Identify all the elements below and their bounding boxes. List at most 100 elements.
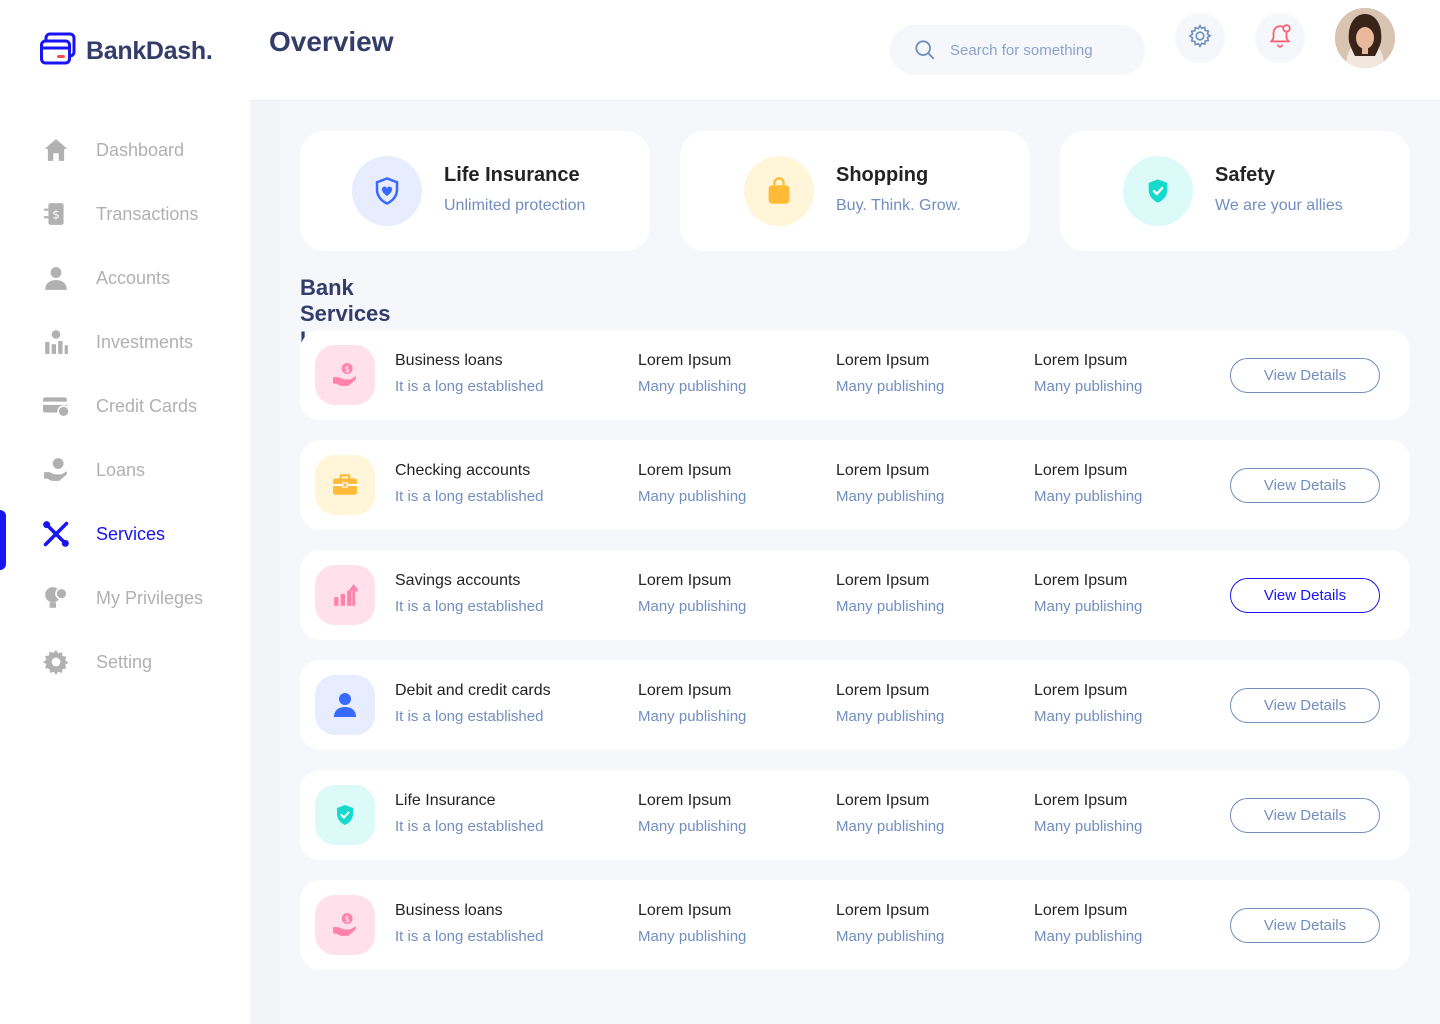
service-desc: It is a long established (395, 928, 544, 945)
service-detail: Lorem Ipsum Many publishing (638, 352, 746, 395)
detail-title: Lorem Ipsum (836, 902, 930, 919)
service-detail: Lorem Ipsum Many publishing (836, 792, 944, 835)
detail-sub: Many publishing (638, 708, 747, 725)
detail-sub: Many publishing (1034, 928, 1143, 945)
service-name: Life Insurance (395, 792, 496, 809)
hand-coin-icon: $ (315, 345, 375, 405)
service-name: Debit and credit cards (395, 682, 551, 699)
detail-title: Lorem Ipsum (638, 902, 732, 919)
service-detail: Lorem Ipsum Many publishing (836, 462, 944, 505)
detail-sub: Many publishing (638, 488, 747, 505)
view-details-button[interactable]: View Details (1230, 578, 1380, 613)
user-icon (315, 675, 375, 735)
main-content: Life Insurance Unlimited protection Shop… (250, 101, 1440, 1024)
view-details-button[interactable]: View Details (1230, 798, 1380, 833)
detail-sub: Many publishing (1034, 598, 1143, 615)
table-row: Debit and credit cards It is a long esta… (300, 660, 1410, 750)
search-icon (914, 39, 936, 61)
sidebar-item-label: Services (96, 523, 166, 544)
view-details-button[interactable]: View Details (1230, 468, 1380, 503)
service-detail: Lorem Ipsum Many publishing (1034, 792, 1142, 835)
detail-title: Lorem Ipsum (638, 792, 732, 809)
sidebar-item-label: Transactions (96, 203, 199, 224)
sidebar-item-investments[interactable]: Investments (0, 310, 250, 374)
user-icon (42, 264, 70, 292)
notifications-button[interactable] (1255, 13, 1305, 63)
search-box[interactable] (890, 25, 1145, 75)
detail-sub: Many publishing (836, 708, 945, 725)
sidebar-item-label: Setting (96, 651, 153, 672)
service-info: Business loans It is a long established (395, 352, 543, 395)
sidebar-nav: Dashboard $ Transactions Accounts Invest… (0, 118, 250, 694)
service-detail: Lorem Ipsum Many publishing (1034, 462, 1142, 505)
view-details-button[interactable]: View Details (1230, 688, 1380, 723)
service-desc: It is a long established (395, 598, 544, 615)
view-details-button[interactable]: View Details (1230, 908, 1380, 943)
active-indicator (0, 510, 6, 570)
sidebar-item-accounts[interactable]: Accounts (0, 246, 250, 310)
detail-sub: Many publishing (1034, 488, 1143, 505)
heart-shield-icon (352, 156, 422, 226)
service-detail: Lorem Ipsum Many publishing (836, 682, 944, 725)
view-details-button[interactable]: View Details (1230, 358, 1380, 393)
card-subtitle: We are your allies (1215, 197, 1343, 214)
detail-title: Lorem Ipsum (1034, 902, 1128, 919)
sidebar-item-my-privileges[interactable]: My Privileges (0, 566, 250, 630)
table-row: $ Business loans It is a long establishe… (300, 880, 1410, 970)
bell-icon (1267, 23, 1293, 54)
services-icon (42, 520, 70, 548)
detail-title: Lorem Ipsum (836, 682, 930, 699)
sidebar-item-loans[interactable]: Loans (0, 438, 250, 502)
service-detail: Lorem Ipsum Many publishing (638, 462, 746, 505)
service-name: Business loans (395, 902, 503, 919)
detail-sub: Many publishing (638, 928, 747, 945)
svg-text:$: $ (52, 207, 60, 221)
brand-logo[interactable]: BankDash. (40, 32, 213, 71)
search-input[interactable] (950, 41, 1120, 59)
detail-sub: Many publishing (1034, 818, 1143, 835)
gear-icon (42, 648, 70, 676)
detail-title: Lorem Ipsum (1034, 682, 1128, 699)
shield-check-icon (315, 785, 375, 845)
sidebar-item-dashboard[interactable]: Dashboard (0, 118, 250, 182)
service-detail: Lorem Ipsum Many publishing (638, 902, 746, 945)
category-card-shopping[interactable]: Shopping Buy. Think. Grow. (680, 131, 1030, 251)
detail-title: Lorem Ipsum (1034, 352, 1128, 369)
sidebar-item-credit-cards[interactable]: Credit Cards (0, 374, 250, 438)
service-detail: Lorem Ipsum Many publishing (1034, 682, 1142, 725)
investment-icon (42, 328, 70, 356)
detail-sub: Many publishing (1034, 378, 1143, 395)
sidebar-item-transactions[interactable]: $ Transactions (0, 182, 250, 246)
detail-title: Lorem Ipsum (638, 682, 732, 699)
sidebar-item-label: Dashboard (96, 139, 185, 160)
credit-card-icon (42, 392, 70, 420)
detail-sub: Many publishing (836, 818, 945, 835)
detail-sub: Many publishing (638, 378, 747, 395)
category-card-safety[interactable]: Safety We are your allies (1060, 131, 1410, 251)
detail-title: Lorem Ipsum (638, 572, 732, 589)
svg-text:$: $ (344, 915, 350, 925)
category-card-life-insurance[interactable]: Life Insurance Unlimited protection (300, 131, 650, 251)
service-detail: Lorem Ipsum Many publishing (836, 572, 944, 615)
svg-text:$: $ (344, 365, 350, 375)
detail-title: Lorem Ipsum (836, 572, 930, 589)
service-desc: It is a long established (395, 378, 544, 395)
settings-button[interactable] (1175, 13, 1225, 63)
detail-sub: Many publishing (836, 378, 945, 395)
sidebar-item-services[interactable]: Services (0, 502, 250, 570)
service-name: Business loans (395, 352, 503, 369)
card-logo-icon (40, 32, 76, 71)
service-desc: It is a long established (395, 708, 544, 725)
detail-sub: Many publishing (638, 598, 747, 615)
card-subtitle: Unlimited protection (444, 197, 586, 214)
card-title: Shopping (836, 164, 929, 186)
hand-coin-icon: $ (315, 895, 375, 955)
sidebar-item-label: Investments (96, 331, 194, 352)
user-avatar[interactable] (1335, 8, 1395, 68)
service-detail: Lorem Ipsum Many publishing (638, 792, 746, 835)
loan-icon (42, 456, 70, 484)
service-info: Business loans It is a long established (395, 902, 543, 945)
sidebar-item-setting[interactable]: Setting (0, 630, 250, 694)
service-detail: Lorem Ipsum Many publishing (836, 352, 944, 395)
service-info: Life Insurance It is a long established (395, 792, 543, 835)
